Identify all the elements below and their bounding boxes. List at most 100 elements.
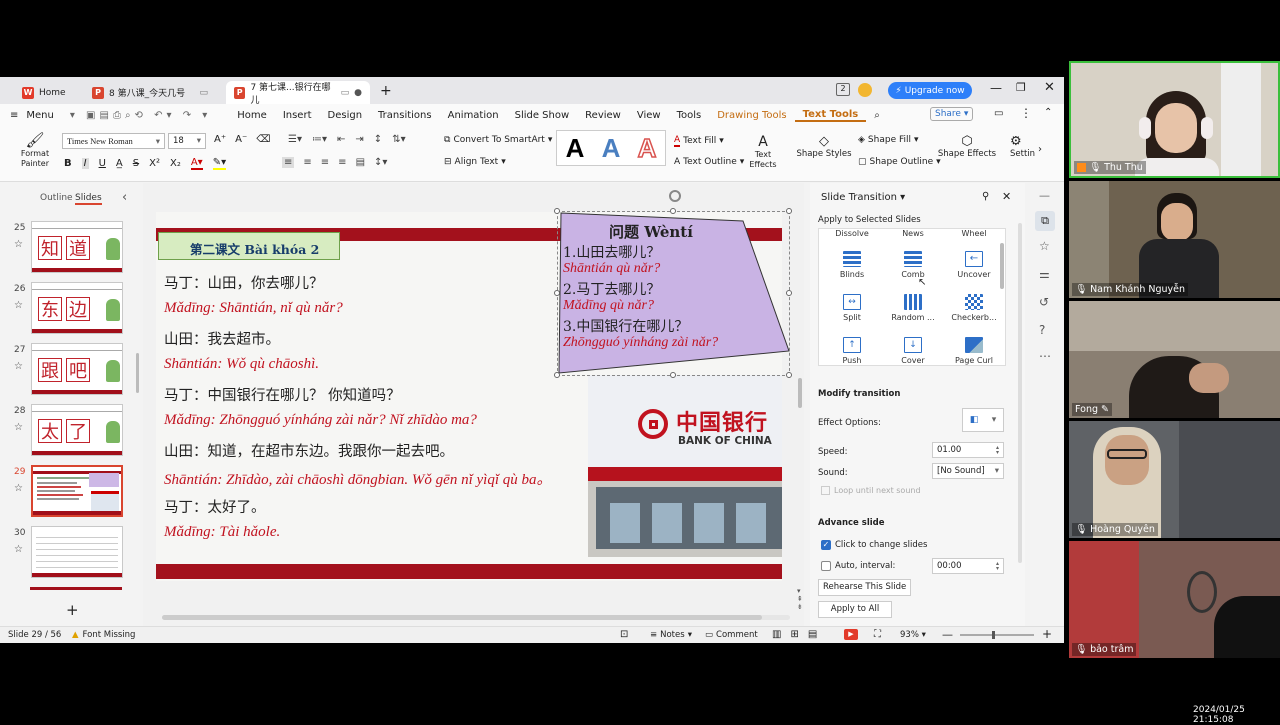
indent-decrease-icon[interactable]: ⇤ [337, 134, 345, 145]
numbering-icon[interactable]: ≔▾ [312, 134, 327, 145]
text-style-blue[interactable]: A [602, 133, 621, 164]
dialog-line-pinyin[interactable]: Shāntián: Zhīdào, zài chāoshì dōngbian. … [164, 468, 552, 489]
superscript-x-icon[interactable]: X² [149, 158, 160, 169]
fit-window-icon[interactable]: ⛶ [874, 629, 881, 640]
menu-review[interactable]: Review [577, 110, 629, 121]
view-mode-icons[interactable]: ▥⊞▤ [772, 629, 826, 640]
font-missing-indicator[interactable]: ▲ Font Missing [72, 630, 135, 640]
menu-design[interactable]: Design [320, 110, 371, 121]
slide-thumbnail[interactable]: 跟吧 [31, 343, 123, 395]
align-text-button[interactable]: ⊟ Align Text ▾ [444, 157, 506, 167]
dialog-line-cn[interactable]: 马丁：山田，你去哪儿？ [164, 272, 324, 293]
search-icon[interactable]: ⌕ [866, 110, 888, 121]
panel-title[interactable]: Slide Transition ▾ [821, 192, 905, 203]
add-slide-button[interactable]: + [66, 601, 79, 619]
transition-uncover[interactable]: ← Uncover [949, 251, 999, 279]
monitor-icon[interactable]: ▭ [341, 88, 350, 98]
rehearse-button[interactable]: Rehearse This Slide [818, 579, 912, 596]
strikethrough-icon[interactable]: S [133, 158, 139, 169]
underline-icon[interactable]: U [99, 158, 106, 169]
transition-split[interactable]: ↔ Split [827, 294, 877, 322]
text-style-black[interactable]: A [566, 133, 585, 164]
video-tile[interactable]: 🎙 Thu Thu [1069, 61, 1280, 178]
ribbon-scroll-right-icon[interactable]: › [1038, 144, 1042, 155]
transition-wheel[interactable]: Wheel [949, 229, 999, 238]
text-direction-icon[interactable]: ⇅▾ [392, 134, 405, 145]
text-style-gallery[interactable]: A A A [556, 130, 666, 166]
page-nav-icons[interactable]: ▾ ⇞ ⇟ [797, 587, 803, 611]
align-center-icon[interactable]: ≡ [303, 157, 311, 168]
transition-random[interactable]: Random ... [888, 294, 938, 322]
rotate-handle-icon[interactable] [669, 190, 681, 202]
play-slideshow-button[interactable]: ▶ [844, 629, 858, 640]
video-tile[interactable]: Fong ✎ [1069, 301, 1280, 418]
italic-icon[interactable]: I [81, 158, 89, 169]
click-to-change-checkbox[interactable]: ✓ Click to change slides [821, 540, 927, 550]
comment-button[interactable]: ▭ Comment [705, 630, 758, 640]
tab-slides[interactable]: Slides [75, 193, 102, 205]
justify-icon[interactable]: ≡ [338, 157, 346, 168]
clear-format-icon[interactable]: ⌫ [256, 134, 270, 145]
resize-handle[interactable] [554, 208, 560, 214]
text-effects-button[interactable]: A Text Effects [746, 134, 780, 170]
highlight-icon[interactable]: ✎▾ [212, 157, 227, 170]
lesson-title[interactable]: 第二课文 Bài khóa 2 [158, 232, 340, 260]
transition-blinds[interactable]: Blinds [827, 251, 877, 279]
resize-handle[interactable] [786, 290, 792, 296]
zoom-level[interactable]: 93% ▾ [900, 630, 926, 640]
slide-thumbnail[interactable]: 东边 [31, 282, 123, 334]
slide-thumbnail[interactable]: 太了 [31, 404, 123, 456]
bank-of-china-photo[interactable]: 中国银行 BANK OF CHINA [588, 375, 782, 557]
minimize-icon[interactable]: — [990, 81, 1002, 95]
dialog-line-pinyin[interactable]: Mǎdīng: Tài hǎole. [164, 524, 280, 541]
line-spacing-icon[interactable]: ↕ [374, 134, 382, 145]
shape-outline-button[interactable]: ▢ Shape Outline ▾ [858, 157, 941, 167]
auto-interval-checkbox[interactable]: Auto, interval: [821, 561, 895, 571]
bullets-icon[interactable]: ☰▾ [288, 134, 302, 145]
transition-dissolve[interactable]: Dissolve [827, 229, 877, 238]
resize-handle[interactable] [786, 208, 792, 214]
more-horizontal-icon[interactable]: ⋯ [1039, 349, 1051, 363]
apply-to-all-button[interactable]: Apply to All [818, 601, 892, 618]
upgrade-button[interactable]: ⚡ Upgrade now [888, 82, 972, 99]
collapse-sidebar-icon[interactable]: ‹ [122, 190, 127, 205]
star-icon[interactable]: ☆ [14, 361, 23, 372]
shape-styles-button[interactable]: ◇ Shape Styles [794, 135, 854, 160]
share-button[interactable]: Share ▾ [930, 107, 974, 121]
transition-news[interactable]: News [888, 229, 938, 238]
menu-view[interactable]: View [629, 110, 669, 121]
dialog-line-pinyin[interactable]: Mǎdīng: Zhōngguó yínháng zài nǎr? Nǐ zhī… [164, 412, 477, 429]
indent-increase-icon[interactable]: ⇥ [355, 134, 363, 145]
transition-checkerboard[interactable]: Checkerb... [949, 294, 999, 322]
menu-drawing-tools[interactable]: Drawing Tools [709, 110, 794, 121]
question-box[interactable]: 问题 Wèntí 1.山田去哪儿？ Shāntián qù nǎr? 2.马丁去… [554, 190, 792, 378]
superscript-icon[interactable]: A̲ [116, 158, 123, 169]
shape-effects-button[interactable]: ⬡ Shape Effects [936, 135, 998, 160]
distribute-icon[interactable]: ▤ [356, 157, 365, 168]
line-spacing-menu-icon[interactable]: ↕▾ [374, 157, 387, 168]
slide-thumbnail-selected[interactable] [31, 465, 123, 517]
text-fill-button[interactable]: A Text Fill ▾ [674, 135, 724, 147]
zoom-out-icon[interactable]: — [942, 628, 953, 641]
dialog-line-pinyin[interactable]: Shāntián: Wǒ qù chāoshì. [164, 356, 319, 373]
text-outline-button[interactable]: A Text Outline ▾ [674, 157, 744, 167]
gallery-scrollbar[interactable] [1000, 243, 1004, 289]
menu-tools[interactable]: Tools [669, 110, 710, 121]
menu-text-tools[interactable]: Text Tools [794, 109, 867, 122]
paragraph-tools-bottom[interactable]: ≡ ≡ ≡ ≡ ▤ ↕▾ [282, 157, 387, 168]
align-right-icon[interactable]: ≡ [321, 157, 329, 168]
dialog-line-cn[interactable]: 山田：我去超市。 [164, 328, 280, 349]
transition-push[interactable]: ↑ Push [827, 337, 877, 365]
dialog-line-cn[interactable]: 马丁：中国银行在哪儿？ 你知道吗？ [164, 384, 401, 405]
menu-transitions[interactable]: Transitions [370, 110, 440, 121]
shape-fill-button[interactable]: ◈ Shape Fill ▾ [858, 135, 919, 145]
menu-slide-show[interactable]: Slide Show [507, 110, 578, 121]
resize-handle[interactable] [554, 372, 560, 378]
star-icon[interactable]: ☆ [14, 239, 23, 250]
subscript-x-icon[interactable]: X₂ [170, 158, 181, 169]
loop-checkbox[interactable]: Loop until next sound [821, 486, 921, 495]
star-icon[interactable]: ☆ [14, 300, 23, 311]
zoom-in-icon[interactable]: + [1042, 627, 1052, 641]
collapse-ribbon-icon[interactable]: ⌃ [1044, 107, 1052, 118]
tab-document-8[interactable]: P 8 第八课_今天几号 ▭ [84, 81, 216, 104]
